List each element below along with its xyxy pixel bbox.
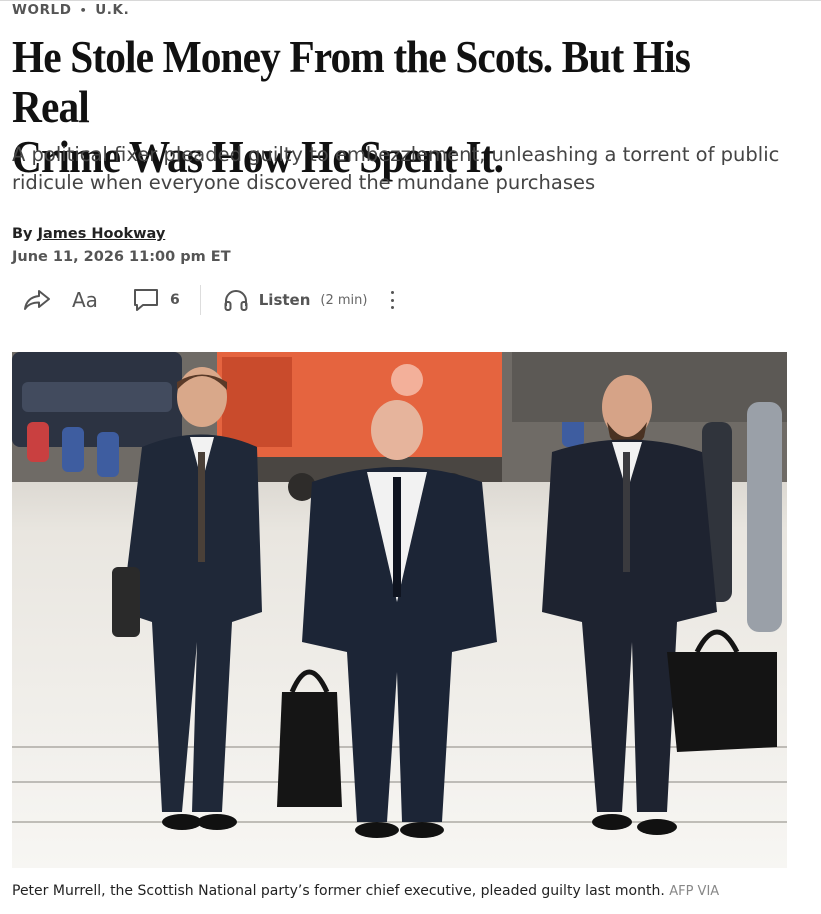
article-toolbar: Aa 6 Listen (2 min) [22,282,395,318]
lead-photo [12,352,787,868]
listen-button[interactable]: Listen (2 min) [223,288,368,312]
article-dek: A political fixer pleaded guilty to embe… [12,141,812,197]
toolbar-divider [199,285,201,315]
byline-prefix: By [12,226,33,242]
dek-line-2: ridicule when everyone discovered the mu… [12,171,596,194]
listen-duration: (2 min) [320,292,368,308]
publish-date: June 11, 2026 11:00 pm ET [12,249,231,265]
share-button[interactable] [22,286,56,314]
comments-button[interactable]: 6 [132,287,180,313]
breadcrumb: WORLD • U.K. [12,2,129,18]
byline: By James Hookway [12,226,165,242]
more-options-button[interactable] [391,291,395,309]
headline-line-1: He Stole Money From the Scots. But His R… [12,31,691,132]
headphones-icon [224,290,248,311]
dek-line-1: A political fixer pleaded guilty to embe… [12,143,780,166]
caption-text: Peter Murrell, the Scottish National par… [12,883,665,899]
photo-caption: Peter Murrell, the Scottish National par… [12,881,812,902]
breadcrumb-section[interactable]: WORLD [12,2,72,18]
lead-photo-illustration [12,352,787,868]
text-size-button[interactable]: Aa [72,288,112,312]
comment-bubble-icon [134,289,158,311]
comment-count: 6 [170,292,180,308]
top-divider [0,0,821,1]
listen-label: Listen [258,291,311,309]
breadcrumb-separator: • [79,3,88,17]
vertical-ellipsis-icon [391,291,395,294]
photo-credit: AFP VIA [669,884,720,899]
share-arrow-icon [24,290,50,310]
breadcrumb-subsection[interactable]: U.K. [95,2,129,18]
author-link[interactable]: James Hookway [38,226,166,242]
